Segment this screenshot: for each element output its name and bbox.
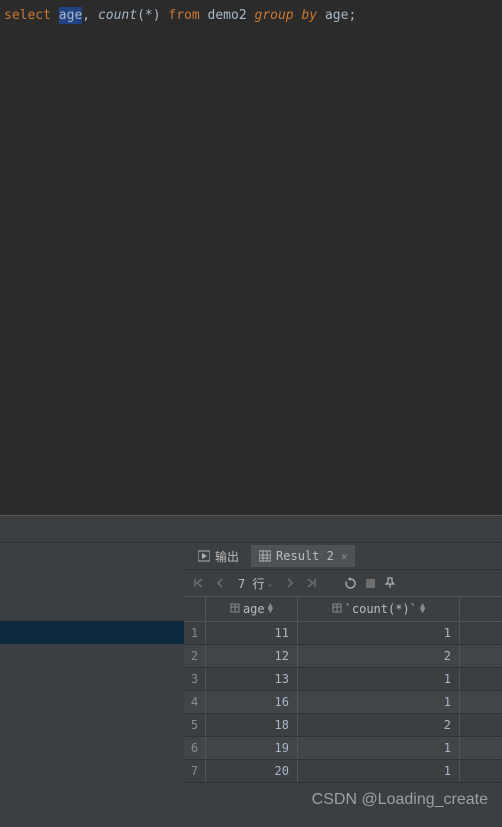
sql-token [247,8,255,23]
sql-token: * [145,8,153,23]
sql-token: group by [255,8,318,23]
sql-token: ( [137,8,145,23]
sql-token [90,8,98,23]
panel-divider [0,515,502,543]
sql-token: age [59,7,82,24]
table-row[interactable]: 4161 [184,691,502,714]
tab-output-label: 输出 [215,548,239,565]
table-cell[interactable]: 19 [206,737,298,759]
first-page-button[interactable] [192,578,206,588]
table-cell[interactable]: 11 [206,622,298,644]
row-number: 1 [184,622,206,644]
tab-result-label: Result 2 [276,549,334,563]
table-cell[interactable]: 13 [206,668,298,690]
sql-token: count [98,8,137,23]
table-cell[interactable]: 16 [206,691,298,713]
sql-token: ) [153,8,161,23]
row-number: 7 [184,760,206,782]
results-area: 输出 Result 2 ✕ 7 行 ⌄ [0,543,502,827]
row-number: 5 [184,714,206,736]
row-number: 4 [184,691,206,713]
results-toolbar: 7 行 ⌄ [184,570,502,597]
sql-token [51,8,59,23]
code-line[interactable]: select age, count(*) from demo2 group by… [4,8,498,24]
sql-token: age [325,8,348,23]
results-panel: 输出 Result 2 ✕ 7 行 ⌄ [184,543,502,827]
column-header-label: `count(*)` [345,602,417,616]
refresh-button[interactable] [344,577,357,590]
play-icon [198,550,210,562]
left-gutter-panel [0,543,184,827]
tab-result[interactable]: Result 2 ✕ [251,545,355,567]
sql-token: , [82,8,90,23]
column-header[interactable]: age▲▼ [206,597,298,621]
column-icon [332,602,342,616]
table-cell[interactable]: 20 [206,760,298,782]
sql-token [200,8,208,23]
result-grid: age▲▼`count(*)`▲▼ 1111212231314161518261… [184,597,502,827]
table-icon [259,550,271,562]
table-cell[interactable]: 1 [298,668,460,690]
chevron-down-icon: ⌄ [267,579,272,588]
sql-token: from [168,8,199,23]
tab-output[interactable]: 输出 [190,544,247,569]
table-row[interactable]: 2122 [184,645,502,668]
pin-button[interactable] [384,577,396,589]
table-row[interactable]: 7201 [184,760,502,783]
sql-token [317,8,325,23]
grid-body: 1111212231314161518261917201 [184,622,502,783]
table-cell[interactable]: 18 [206,714,298,736]
table-cell[interactable]: 1 [298,737,460,759]
sql-token: ; [348,8,356,23]
table-cell[interactable]: 12 [206,645,298,667]
table-cell[interactable]: 2 [298,714,460,736]
sort-icon: ▲▼ [420,604,425,614]
results-tab-bar: 输出 Result 2 ✕ [184,543,502,570]
table-cell[interactable]: 1 [298,622,460,644]
table-row[interactable]: 5182 [184,714,502,737]
sort-icon: ▲▼ [268,604,273,614]
column-icon [230,602,240,616]
row-count-selector[interactable]: 7 行 ⌄ [234,575,276,592]
prev-page-button[interactable] [214,578,226,588]
column-header[interactable]: `count(*)`▲▼ [298,597,460,621]
table-row[interactable]: 1111 [184,622,502,645]
row-number: 2 [184,645,206,667]
table-row[interactable]: 3131 [184,668,502,691]
grid-corner [184,597,206,621]
last-page-button[interactable] [304,578,318,588]
row-number: 6 [184,737,206,759]
close-icon[interactable]: ✕ [341,550,348,563]
grid-header-row: age▲▼`count(*)`▲▼ [184,597,502,622]
column-header-label: age [243,602,265,616]
table-cell[interactable]: 2 [298,645,460,667]
sql-editor[interactable]: select age, count(*) from demo2 group by… [0,0,502,515]
table-cell[interactable]: 1 [298,760,460,782]
row-number: 3 [184,668,206,690]
sql-token: select [4,8,51,23]
stop-button[interactable] [365,578,376,589]
table-cell[interactable]: 1 [298,691,460,713]
table-row[interactable]: 6191 [184,737,502,760]
sql-token: demo2 [208,8,247,23]
next-page-button[interactable] [284,578,296,588]
left-panel-highlight [0,621,184,644]
row-count-label: 7 行 [238,575,264,592]
